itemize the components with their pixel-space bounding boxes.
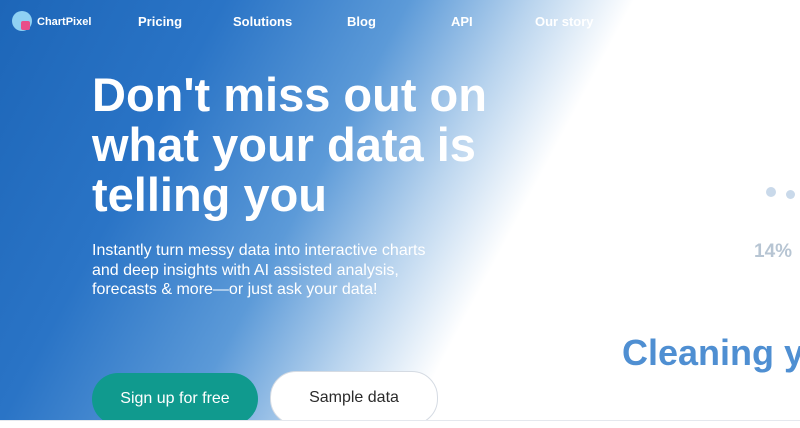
subtitle-line: Instantly turn messy data into interacti… [92,242,426,259]
hero-subtitle: Instantly turn messy data into interacti… [92,241,472,300]
subtitle-line: forecasts & more—or just ask your data! [92,281,378,298]
percent-label: 14% [754,241,793,262]
sample-data-button[interactable]: Sample data [270,371,438,420]
top-navigation: ChartPixel Pricing Solutions Blog API Ou… [0,0,800,44]
logo[interactable]: ChartPixel [12,11,91,33]
decorative-dot [766,187,776,197]
hero-headline: Don't miss out on what your data is tell… [92,70,532,220]
chartpixel-logo-icon [12,11,34,33]
nav-link-pricing[interactable]: Pricing [138,14,182,29]
headline-line: telling you [92,168,327,221]
nav-link-our-story[interactable]: Our story [535,14,594,29]
decorative-dot [786,190,795,199]
hero-section: ChartPixel Pricing Solutions Blog API Ou… [0,0,800,420]
nav-link-solutions[interactable]: Solutions [233,14,292,29]
sign-up-button[interactable]: Sign up for free [92,373,258,420]
nav-link-api[interactable]: API [451,14,473,29]
headline-line: what your data is [92,118,476,171]
nav-link-blog[interactable]: Blog [347,14,376,29]
logo-text: ChartPixel [37,16,92,28]
headline-line: Don't miss out on [92,68,487,121]
feature-caption: Cleaning yo [622,332,800,373]
subtitle-line: and deep insights with AI assisted analy… [92,261,399,279]
